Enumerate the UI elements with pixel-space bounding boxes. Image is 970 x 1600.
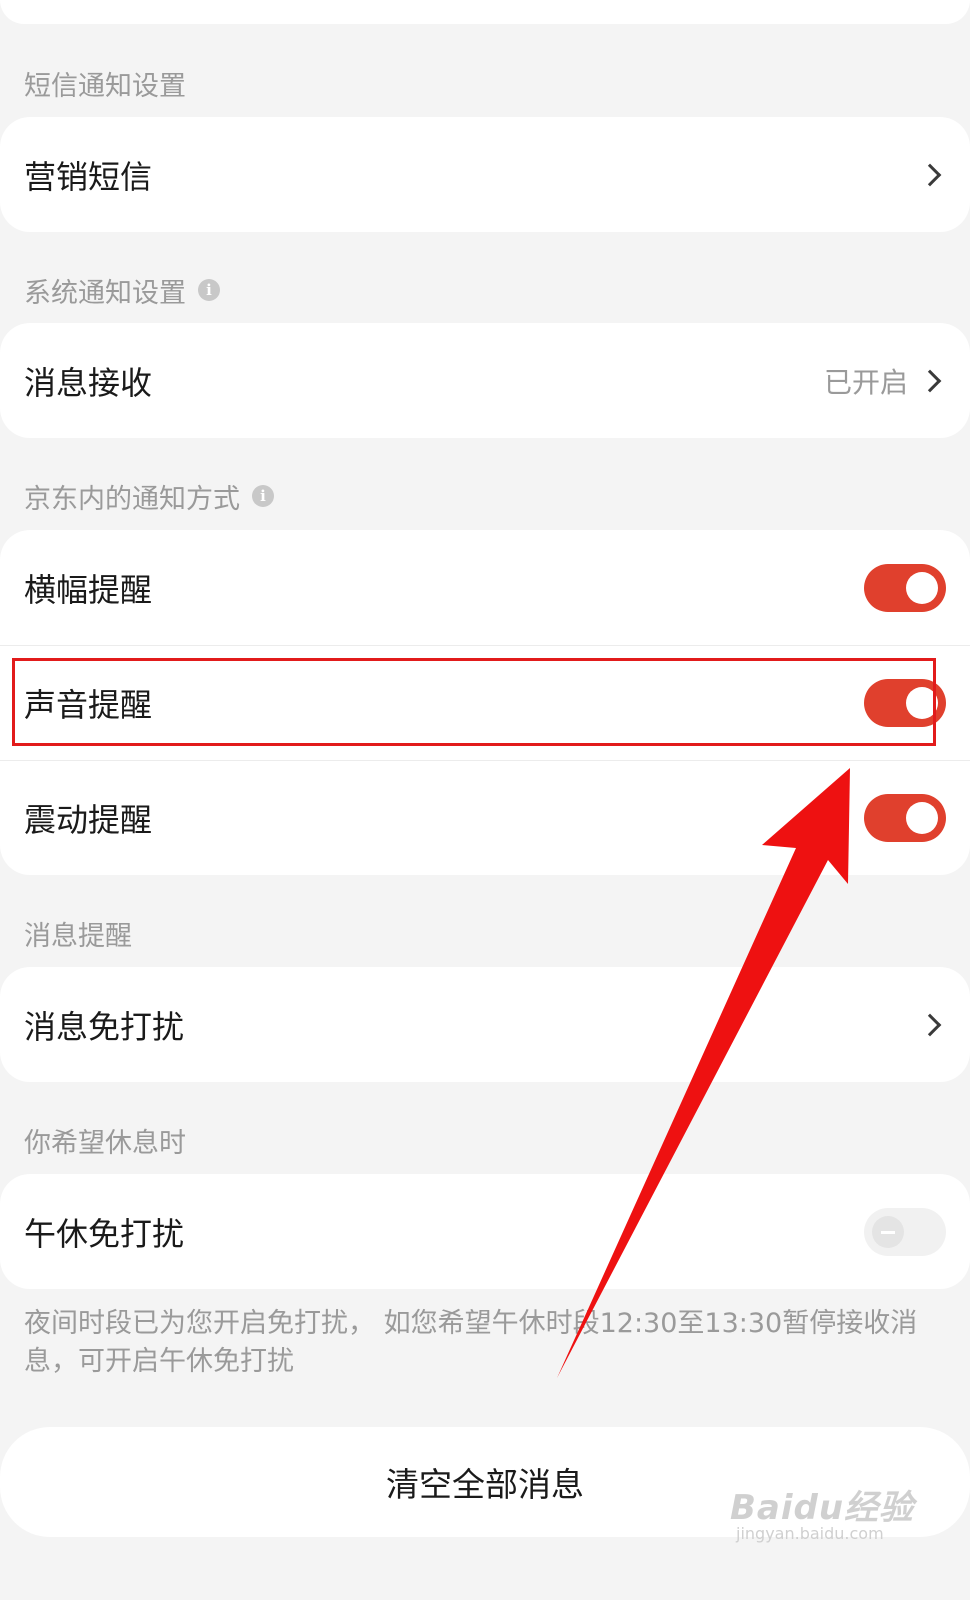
section-title-reminder-text: 消息提醒 [24, 920, 132, 952]
section-title-system-text: 系统通知设置 [24, 277, 186, 309]
row-label: 横幅提醒 [24, 570, 153, 609]
chevron-right-icon [918, 163, 942, 186]
row-nap-dnd: 午休免打扰 [0, 1174, 970, 1289]
row-message-receive[interactable]: 消息接收 已开启 [0, 323, 970, 438]
info-icon[interactable]: i [252, 485, 274, 507]
banner-toggle[interactable] [864, 563, 946, 612]
nap-dnd-note: 夜间时段已为您开启免打扰， 如您希望午休时段12:30至13:30暂停接收消息，… [24, 1308, 918, 1377]
toggle-knob [872, 1215, 904, 1248]
toggle-knob [906, 802, 938, 834]
nap-dnd-toggle[interactable] [864, 1207, 946, 1256]
watermark-logo: Baidu经验 jingyan.baidu.com [730, 1466, 930, 1556]
row-banner-reminder: 横幅提醒 [0, 530, 970, 645]
status-text: 已开启 [823, 365, 908, 399]
row-label: 午休免打扰 [24, 1214, 185, 1253]
section-title-reminder: 消息提醒 [24, 913, 132, 953]
card-reminder: 消息免打扰 [0, 967, 970, 1082]
chevron-right-icon [918, 369, 942, 392]
card-rest: 午休免打扰 [0, 1174, 970, 1289]
row-right [918, 1013, 946, 1036]
row-right: 已开启 [824, 361, 946, 401]
section-title-rest: 你希望休息时 [24, 1120, 186, 1160]
card-system: 消息接收 已开启 [0, 323, 970, 438]
section-title-rest-text: 你希望休息时 [24, 1127, 186, 1159]
row-label: 消息接收 [24, 363, 153, 402]
row-marketing-sms[interactable]: 营销短信 [0, 117, 970, 232]
toggle-knob [906, 687, 938, 719]
toggle-knob [906, 571, 938, 604]
info-icon[interactable]: i [198, 279, 220, 301]
sound-toggle[interactable] [864, 679, 946, 727]
section-title-in-app: 京东内的通知方式 i [24, 476, 274, 516]
row-label: 震动提醒 [24, 801, 153, 839]
row-sound-reminder: 声音提醒 [0, 645, 970, 760]
section-title-in-app-text: 京东内的通知方式 [24, 483, 240, 515]
row-label: 消息免打扰 [24, 1007, 185, 1046]
row-label: 声音提醒 [24, 686, 153, 724]
watermark-brand: Baidu经验 [730, 1488, 915, 1528]
section-title-sms-text: 短信通知设置 [24, 70, 186, 102]
top-card [0, 0, 970, 24]
card-in-app: 横幅提醒 声音提醒 震动提醒 [0, 530, 970, 875]
row-message-dnd[interactable]: 消息免打扰 [0, 967, 970, 1082]
watermark-site: jingyan.baidu.com [736, 1524, 884, 1543]
row-vibrate-reminder: 震动提醒 [0, 760, 970, 875]
chevron-right-icon [918, 1013, 942, 1036]
section-title-sms: 短信通知设置 [24, 63, 186, 103]
section-title-system: 系统通知设置 i [24, 270, 220, 310]
vibrate-toggle[interactable] [864, 794, 946, 842]
row-label: 营销短信 [24, 157, 153, 196]
row-right [918, 163, 946, 186]
card-sms: 营销短信 [0, 117, 970, 232]
